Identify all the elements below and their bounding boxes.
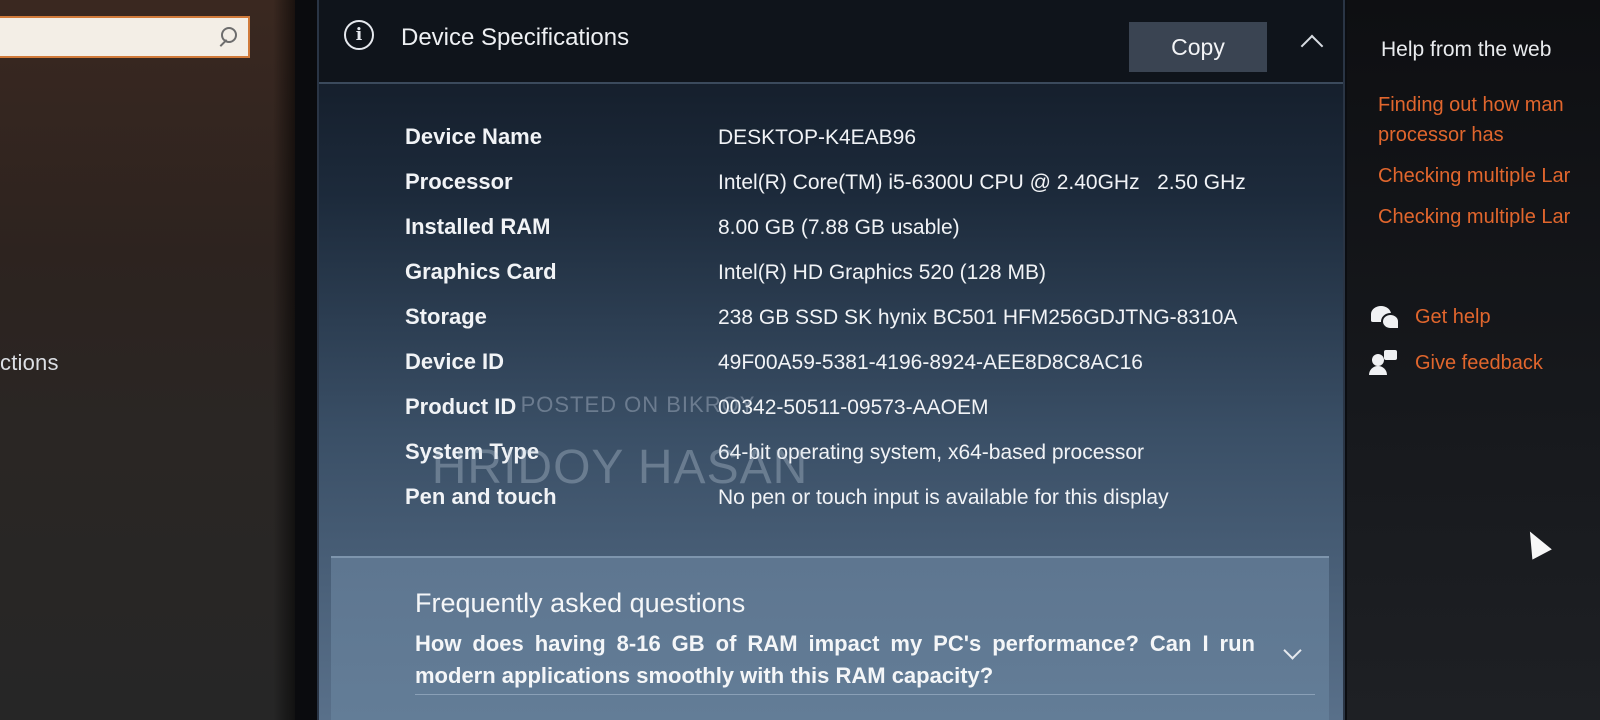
spec-label: Installed RAM	[405, 214, 551, 239]
spec-value: 238 GB SSD SK hynix BC501 HFM256GDJTNG-8…	[718, 306, 1238, 329]
device-specifications-panel: i Device Specifications Copy Device Name…	[317, 0, 1345, 720]
faq-section: Frequently asked questions How does havi…	[331, 556, 1329, 720]
panel-title: Device Specifications	[401, 24, 630, 51]
watermark-text: POSTED ON BIKROY	[520, 392, 756, 417]
spec-label: Graphics Card	[405, 259, 557, 284]
chevron-down-icon[interactable]	[1283, 641, 1302, 660]
panel-header[interactable]: i Device Specifications Copy	[319, 0, 1343, 84]
spec-label: Device Name	[405, 124, 542, 149]
faq-question[interactable]: How does having 8-16 GB of RAM impact my…	[415, 628, 1255, 692]
search-icon[interactable]	[216, 26, 238, 48]
spec-label: Device ID	[405, 349, 505, 374]
help-link[interactable]: Checking multiple Lar	[1378, 161, 1570, 191]
search-input[interactable]	[0, 18, 200, 56]
faq-heading: Frequently asked questions	[415, 588, 746, 618]
spec-label: Processor	[405, 169, 513, 194]
info-icon: i	[344, 20, 374, 50]
spec-value: Intel(R) Core(TM) i5-6300U CPU @ 2.40GHz…	[718, 171, 1246, 194]
panel-gap	[295, 0, 317, 720]
get-help-label: Get help	[1415, 305, 1491, 328]
get-help-icon	[1369, 304, 1400, 330]
chevron-up-icon[interactable]	[1300, 34, 1324, 58]
copy-button[interactable]: Copy	[1129, 22, 1267, 72]
help-title: Help from the web	[1381, 38, 1552, 61]
spec-value: 8.00 GB (7.88 GB usable)	[718, 216, 960, 239]
spec-value: DESKTOP-K4EAB96	[718, 126, 917, 149]
get-help-link[interactable]: Get help	[1369, 304, 1491, 330]
help-pane: Help from the web Finding out how man pr…	[1347, 0, 1600, 720]
give-feedback-label: Give feedback	[1415, 351, 1543, 374]
settings-search-box[interactable]	[0, 16, 250, 58]
watermark-name: HRIDOY HASAN	[431, 441, 809, 494]
help-link[interactable]: Checking multiple Lar	[1378, 202, 1570, 232]
sidebar-item-partial[interactable]: ctions	[0, 350, 59, 376]
help-link[interactable]: Finding out how man	[1378, 90, 1564, 120]
help-link[interactable]: processor has	[1378, 120, 1504, 150]
faq-divider	[415, 694, 1315, 695]
give-feedback-link[interactable]: Give feedback	[1369, 350, 1543, 376]
spec-value: 49F00A59-5381-4196-8924-AEE8D8C8AC16	[718, 351, 1143, 374]
spec-value: Intel(R) HD Graphics 520 (128 MB)	[718, 261, 1046, 284]
settings-sidebar: ctions	[0, 0, 295, 720]
spec-label: Storage	[405, 304, 487, 329]
give-feedback-icon	[1369, 350, 1399, 376]
